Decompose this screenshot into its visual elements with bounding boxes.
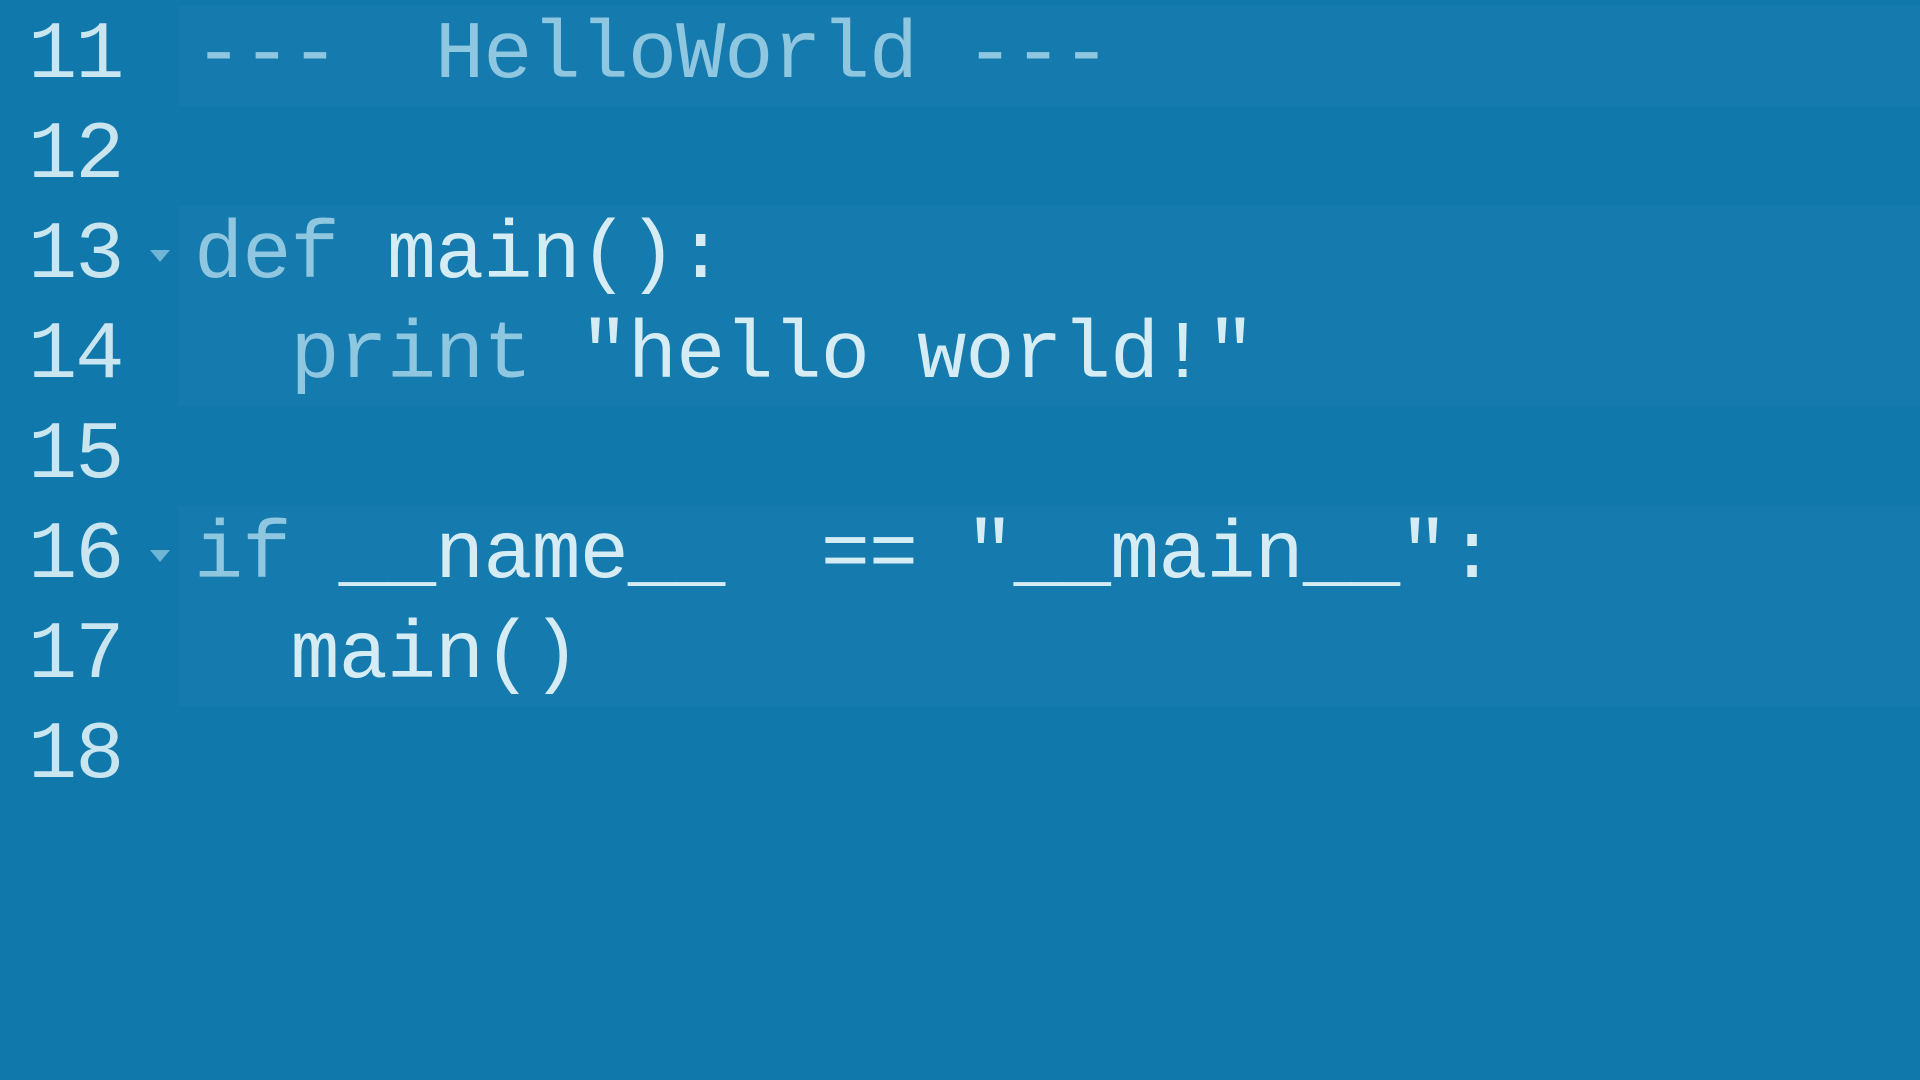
- line-number[interactable]: 12: [0, 106, 178, 206]
- line-number-text: 15: [28, 409, 122, 502]
- token-default: [339, 209, 387, 302]
- line-number[interactable]: 13: [0, 206, 178, 306]
- fold-toggle-icon[interactable]: [150, 250, 170, 262]
- token-keyword: if: [194, 509, 290, 602]
- line-number[interactable]: 14: [0, 306, 178, 406]
- line-number[interactable]: 18: [0, 706, 178, 806]
- line-number-text: 11: [28, 9, 122, 102]
- code-editor[interactable]: 11--- HelloWorld ---1213def main():14 pr…: [0, 0, 1920, 806]
- code-line[interactable]: 14 print "hello world!": [0, 306, 1920, 406]
- code-line[interactable]: 18: [0, 706, 1920, 806]
- token-default: [194, 309, 290, 402]
- token-default: ==: [773, 509, 966, 602]
- line-number-text: 17: [28, 609, 122, 702]
- token-default: __name__: [290, 509, 772, 602]
- token-default: [531, 309, 579, 402]
- token-default: main(): [194, 609, 580, 702]
- line-number[interactable]: 17: [0, 606, 178, 706]
- code-content[interactable]: print "hello world!": [178, 306, 1920, 406]
- token-string: "hello world!": [580, 309, 1255, 402]
- code-line[interactable]: 15: [0, 406, 1920, 506]
- token-builtin: print: [290, 309, 531, 402]
- token-name: main():: [387, 209, 724, 302]
- line-number-text: 16: [28, 509, 122, 602]
- code-line[interactable]: 11 --- HelloWorld ---: [0, 6, 1920, 106]
- code-content[interactable]: if __name__ == "__main__":: [178, 506, 1920, 606]
- line-number-text: 12: [28, 109, 122, 202]
- line-number-text: 13: [28, 209, 122, 302]
- code-line[interactable]: 13 def main():: [0, 206, 1920, 306]
- line-number-text: 14: [28, 309, 122, 402]
- line-number[interactable]: 11: [0, 6, 178, 106]
- code-line[interactable]: 16 if __name__ == "__main__":: [0, 506, 1920, 606]
- code-content[interactable]: def main():: [178, 206, 1920, 306]
- code-content[interactable]: main(): [178, 606, 1920, 706]
- line-number-text: 18: [28, 709, 122, 802]
- line-number[interactable]: 16: [0, 506, 178, 606]
- token-string: "__main__":: [965, 509, 1495, 602]
- fold-toggle-icon[interactable]: [150, 550, 170, 562]
- token-comment: --- HelloWorld ---: [194, 9, 1110, 102]
- code-line[interactable]: 17 main(): [0, 606, 1920, 706]
- code-line[interactable]: 12: [0, 106, 1920, 206]
- code-content[interactable]: --- HelloWorld ---: [178, 6, 1920, 106]
- line-number[interactable]: 15: [0, 406, 178, 506]
- token-keyword: def: [194, 209, 339, 302]
